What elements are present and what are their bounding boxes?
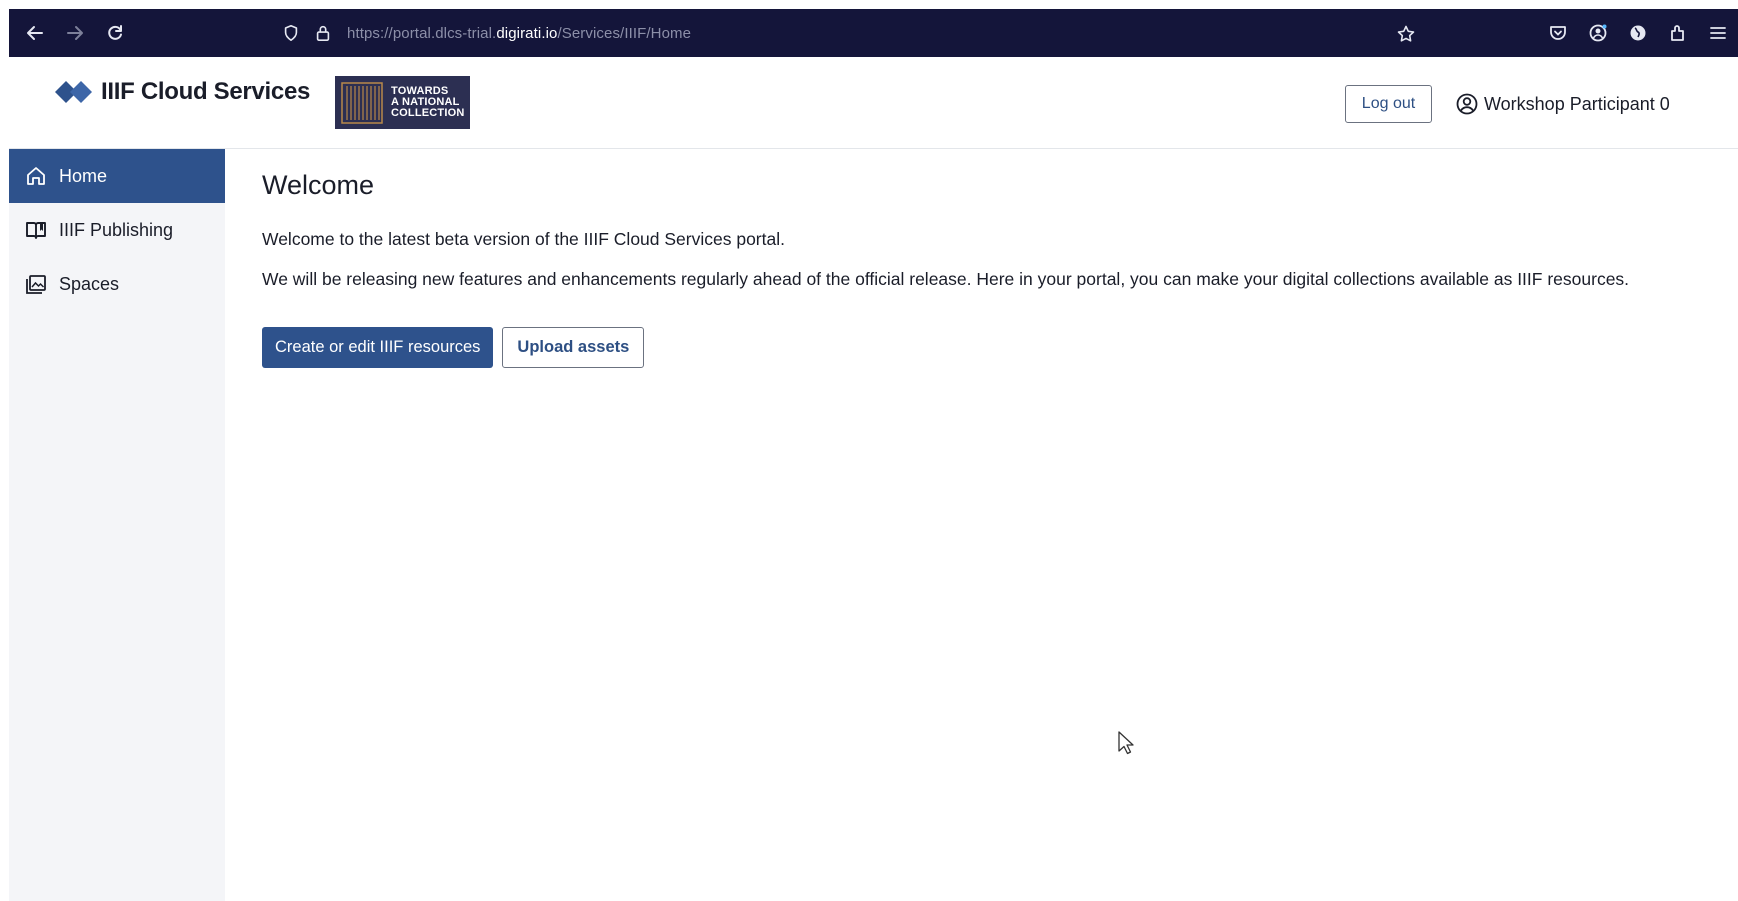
- reload-button[interactable]: [95, 13, 135, 53]
- browser-tools: [1538, 9, 1738, 57]
- extension-button[interactable]: [1618, 13, 1658, 53]
- iiif-logo-icon: [55, 81, 92, 103]
- main-content: Welcome Welcome to the latest beta versi…: [262, 170, 1702, 368]
- arrow-right-icon: [67, 26, 83, 40]
- app-header: IIIF Cloud Services TOWARDS A NATIONAL C…: [9, 57, 1738, 149]
- sidebar-item-label: Spaces: [59, 273, 120, 294]
- url-text[interactable]: https://portal.dlcs-trial.digirati.io/Se…: [347, 25, 691, 42]
- forward-button[interactable]: [55, 13, 95, 53]
- create-edit-resources-button[interactable]: Create or edit IIIF resources: [262, 327, 494, 368]
- archive-bars-icon: [341, 81, 383, 124]
- upload-assets-button[interactable]: Upload assets: [502, 327, 645, 368]
- partner-text: TOWARDS A NATIONAL COLLECTION: [391, 86, 465, 119]
- logout-button[interactable]: Log out: [1345, 85, 1432, 123]
- sidebar-item-spaces[interactable]: Spaces: [9, 257, 225, 311]
- address-bar[interactable]: https://portal.dlcs-trial.digirati.io/Se…: [279, 15, 1419, 51]
- sidebar-item-label: Home: [59, 165, 108, 186]
- book-icon: [23, 217, 49, 243]
- sidebar-item-iiif-publishing[interactable]: IIIF Publishing: [9, 203, 225, 257]
- partner-line-3: COLLECTION: [391, 107, 465, 119]
- user-circle-icon: [1456, 93, 1478, 115]
- menu-button[interactable]: [1698, 13, 1738, 53]
- sidebar: Home IIIF Publishing Spaces: [9, 149, 225, 901]
- welcome-paragraph: Welcome to the latest beta version of th…: [262, 229, 785, 249]
- account-circle-icon: [1589, 24, 1607, 42]
- user-name: Workshop Participant 0: [1484, 93, 1670, 114]
- page-title: Welcome: [262, 170, 375, 200]
- account-button[interactable]: [1578, 13, 1618, 53]
- star-icon: [1397, 25, 1415, 42]
- url-prefix: https://portal.dlcs-trial.: [347, 24, 497, 42]
- app-title: IIIF Cloud Services: [101, 78, 311, 105]
- arrow-left-icon: [27, 26, 43, 40]
- pocket-icon: [1550, 26, 1566, 40]
- partner-logo: TOWARDS A NATIONAL COLLECTION: [335, 76, 470, 129]
- user-menu[interactable]: Workshop Participant 0: [1455, 87, 1670, 121]
- sidebar-item-label: IIIF Publishing: [59, 219, 174, 240]
- info-paragraph: We will be releasing new features and en…: [262, 269, 1630, 289]
- brand-link[interactable]: IIIF Cloud Services: [53, 77, 310, 107]
- back-button[interactable]: [15, 13, 55, 53]
- share-extensions-button[interactable]: [1658, 13, 1698, 53]
- browser-toolbar: https://portal.dlcs-trial.digirati.io/Se…: [9, 9, 1738, 57]
- lock-icon[interactable]: [311, 21, 335, 45]
- hamburger-menu-icon: [1710, 27, 1726, 39]
- extension-globe-icon: [1630, 25, 1646, 41]
- pocket-button[interactable]: [1538, 13, 1578, 53]
- reload-icon: [108, 25, 122, 40]
- browser-nav: [15, 13, 135, 53]
- url-domain: digirati.io: [496, 24, 558, 42]
- home-icon: [23, 163, 49, 189]
- action-buttons: Create or edit IIIF resources Upload ass…: [262, 327, 1702, 368]
- bookmark-star-button[interactable]: [1393, 21, 1419, 47]
- spaces-icon: [23, 271, 49, 297]
- tracking-shield-icon[interactable]: [279, 21, 303, 45]
- sidebar-item-home[interactable]: Home: [9, 149, 225, 203]
- puzzle-icon: [1671, 25, 1684, 41]
- url-path: /Services/IIIF/Home: [557, 24, 692, 42]
- mouse-pointer-icon: [1118, 731, 1134, 755]
